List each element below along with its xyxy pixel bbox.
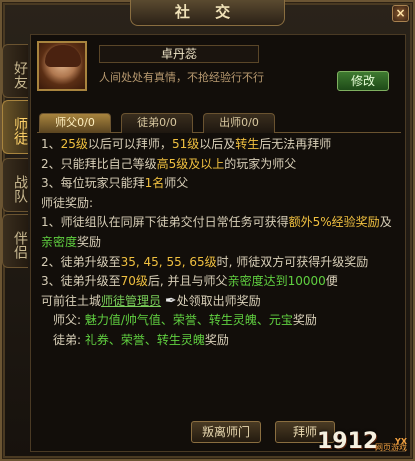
side-tab-team[interactable]: 战队 xyxy=(2,158,28,212)
reward-line-3b: 可前往土城师徒管理员 ✒处领取出师奖励 xyxy=(41,292,261,309)
tab-graduated[interactable]: 出师0/0 xyxy=(203,113,275,133)
master-reward-line: 师父: 魅力值/帅气值、荣誉、转生灵魄、元宝奖励 xyxy=(53,313,317,328)
rules-text: 1、25级以后可以拜师，51级以后及转生后无法再拜师 2、只能拜比自己等级高5级… xyxy=(37,135,401,397)
avatar xyxy=(37,41,87,91)
side-tab-friends[interactable]: 好友 xyxy=(2,44,28,98)
reward-line-2: 2、徒弟升级至35, 45, 55, 65级时, 师徒双方可获得升级奖励 xyxy=(41,254,369,269)
side-tab-master-apprentice[interactable]: 师徒 xyxy=(2,100,28,154)
rule-line-3: 3、每位玩家只能拜1名师父 xyxy=(41,176,189,191)
feather-icon[interactable]: ✒ xyxy=(165,293,177,309)
reward-line-3: 3、徒弟升级至70级后, 并且与师父亲密度达到10000便 xyxy=(41,274,338,289)
npc-link-master-manager[interactable]: 师徒管理员 xyxy=(101,294,161,308)
player-name: 卓丹蕊 xyxy=(99,45,259,63)
reward-title: 师徒奖励: xyxy=(41,195,94,210)
watermark-logo: 1912 YX 网页游戏 xyxy=(317,429,407,454)
rule-line-1: 1、25级以后可以拜师，51级以后及转生后无法再拜师 xyxy=(41,137,332,151)
reward-line-1: 1、师徒组队在同屏下徒弟交付日常任务可获得额外5%经验奖励及亲密度奖励 xyxy=(41,215,392,249)
rule-line-2: 2、只能拜比自己等级高5级及以上的玩家为师父 xyxy=(41,156,297,171)
side-tab-partner[interactable]: 伴侣 xyxy=(2,214,28,268)
modify-button[interactable]: 修改 xyxy=(337,71,389,91)
relation-tabs: 师父0/0 徒弟0/0 出师0/0 xyxy=(37,113,401,133)
apprentice-reward-line: 徒弟: 礼券、荣誉、转生灵魄奖励 xyxy=(53,332,229,347)
tab-master[interactable]: 师父0/0 xyxy=(39,113,111,133)
profile-section: 卓丹蕊 人间处处有真情，不抢经验行不行 修改 xyxy=(37,41,399,97)
window-title: 社 交 xyxy=(130,0,285,26)
content-panel: 卓丹蕊 人间处处有真情，不抢经验行不行 修改 师父0/0 徒弟0/0 出师0/0… xyxy=(30,34,406,452)
player-motto: 人间处处有真情，不抢经验行不行 xyxy=(99,71,264,84)
tab-apprentice[interactable]: 徒弟0/0 xyxy=(121,113,193,133)
close-icon[interactable]: × xyxy=(392,5,409,22)
leave-master-button[interactable]: 叛离师门 xyxy=(191,421,261,443)
